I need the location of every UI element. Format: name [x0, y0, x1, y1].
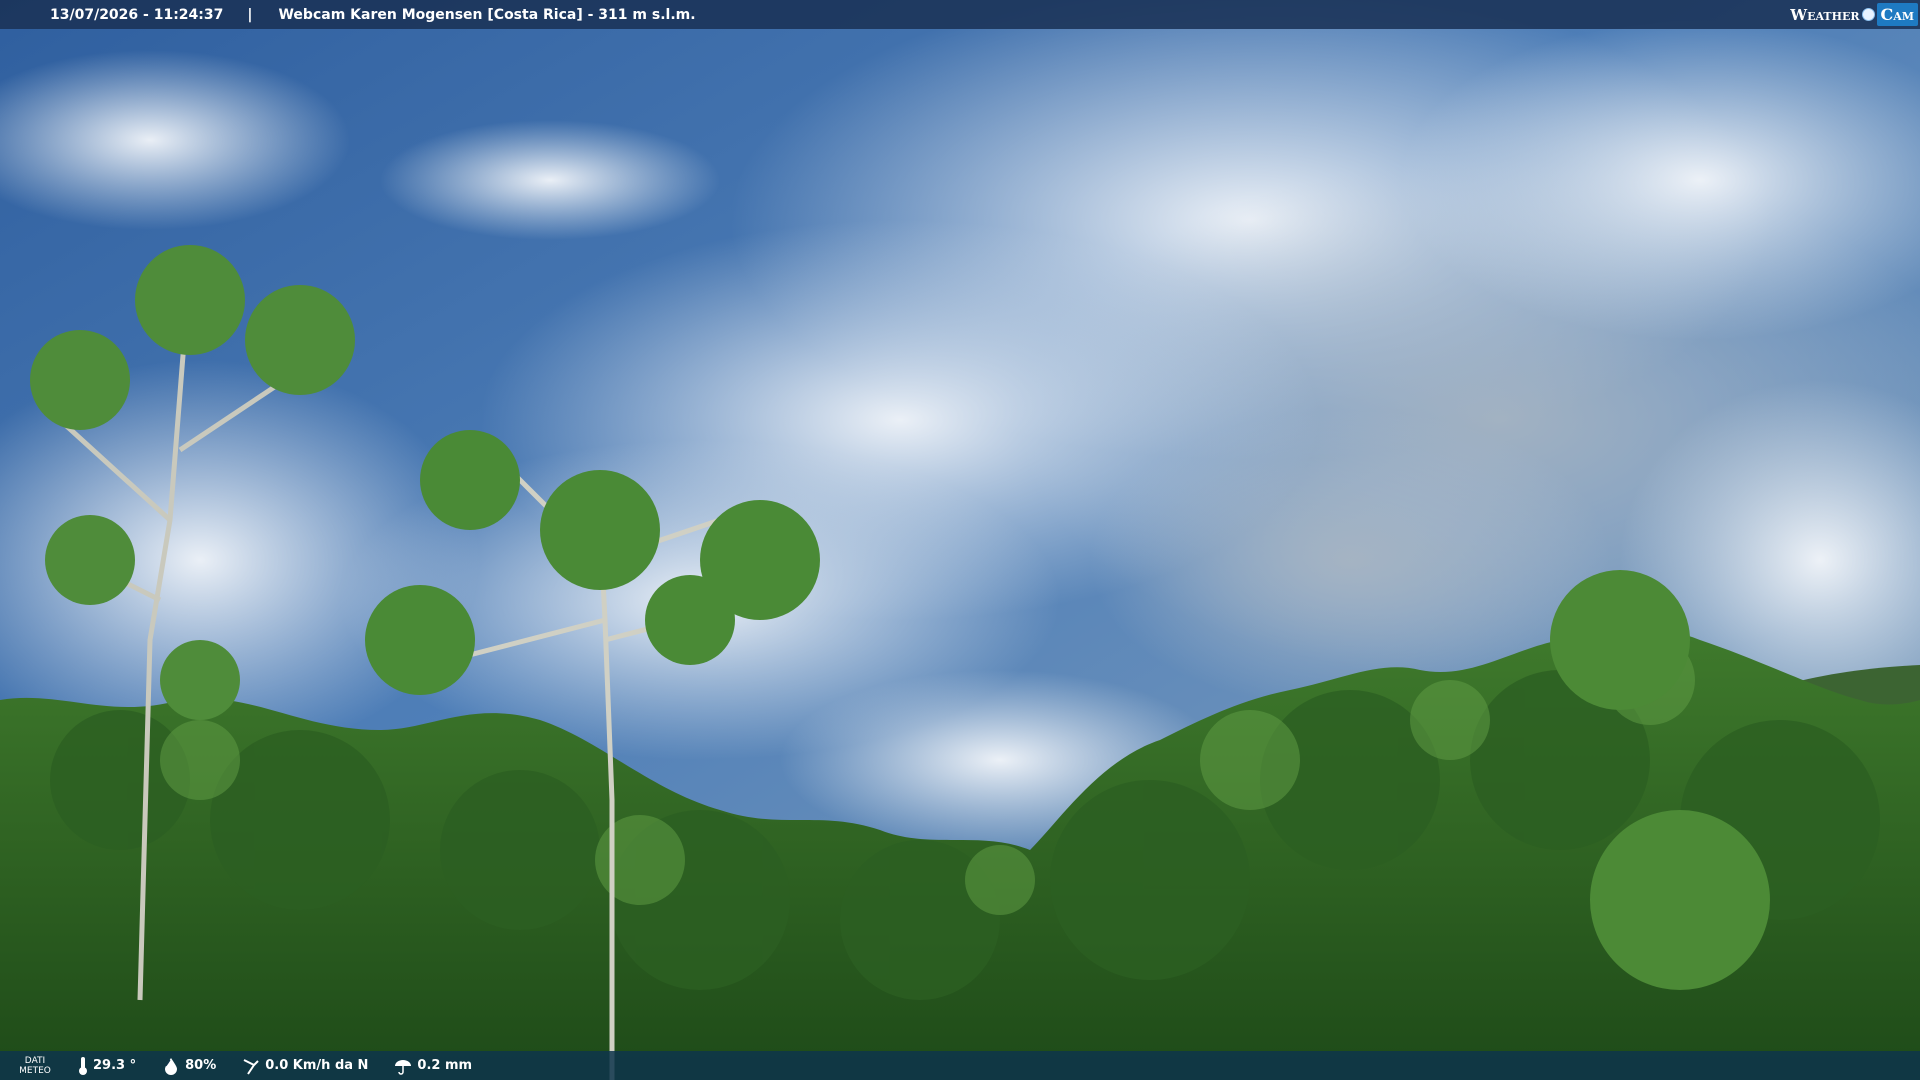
- humidity-value: 80%: [185, 1058, 217, 1073]
- header-bar: 13/07/2026 - 11:24:37 | Webcam Karen Mog…: [0, 0, 1920, 29]
- logo-text-left: Weather: [1790, 5, 1860, 24]
- webcam-title: Webcam Karen Mogensen [Costa Rica] - 311…: [278, 6, 696, 23]
- webcam-image: [0, 0, 1920, 1080]
- logo-dot-icon: [1861, 8, 1875, 21]
- weather-section-label-line1: DATI: [24, 1055, 46, 1066]
- weather-data-bar: DATI METEO 29.3 ° 80% 0.0 Km/h da N 0.2 …: [0, 1051, 1920, 1080]
- weather-section-label-line2: METEO: [19, 1065, 51, 1076]
- weather-section-label: DATI METEO: [0, 1056, 70, 1076]
- rain-value: 0.2 mm: [417, 1058, 473, 1073]
- logo-text-right: Cam: [1876, 3, 1918, 26]
- wind-icon: [243, 1058, 259, 1075]
- wind-value: 0.0 Km/h da N: [265, 1058, 369, 1073]
- thermometer-icon: [79, 1056, 87, 1075]
- rain-icon: [395, 1059, 412, 1075]
- wind-item: 0.0 Km/h da N: [242, 1057, 368, 1075]
- weathercam-logo: Weather Cam: [1790, 2, 1918, 27]
- humidity-item: 80%: [162, 1057, 216, 1075]
- droplet-icon: [165, 1057, 178, 1075]
- header-separator: |: [247, 6, 253, 23]
- temperature-value: 29.3 °: [93, 1058, 137, 1073]
- datetime-label: 13/07/2026 - 11:24:37: [50, 6, 224, 23]
- temperature-item: 29.3 °: [78, 1056, 136, 1076]
- rain-item: 0.2 mm: [394, 1057, 472, 1075]
